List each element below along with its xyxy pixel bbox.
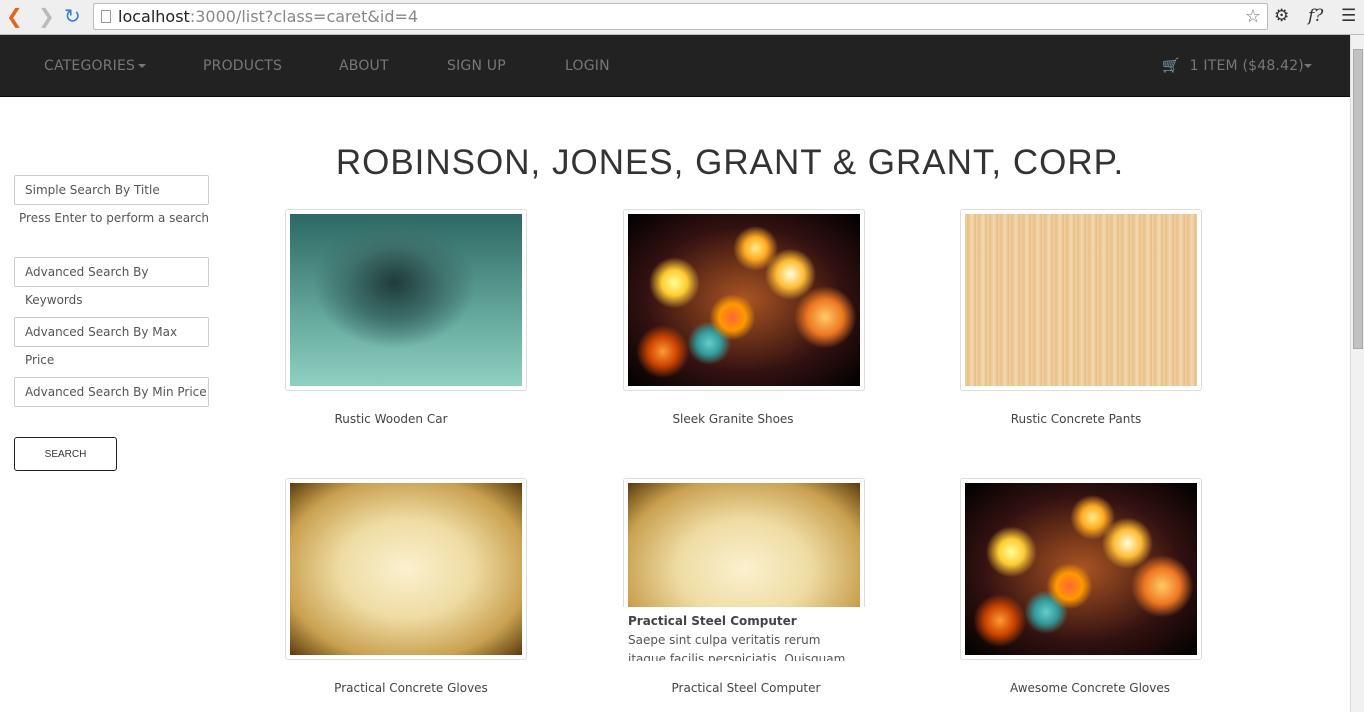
nav-label: CATEGORIES: [44, 58, 136, 74]
nav-sign-up[interactable]: SIGN UP: [447, 58, 506, 74]
reload-icon[interactable]: ↻: [64, 5, 81, 27]
caret-down-icon: [138, 64, 147, 68]
caret-down-icon: [1303, 64, 1312, 68]
product-card[interactable]: [285, 209, 527, 391]
address-bar[interactable]: localhost:3000/list?class=caret&id=4 ☆: [93, 3, 1268, 30]
product-image: [965, 483, 1197, 655]
film-reel-icon[interactable]: ⚙: [1274, 6, 1289, 26]
cart-icon: 🛒: [1162, 58, 1180, 74]
product-name[interactable]: Practical Concrete Gloves: [290, 681, 532, 695]
product-name[interactable]: Rustic Wooden Car: [270, 412, 512, 426]
product-card[interactable]: [623, 209, 865, 391]
back-icon[interactable]: ❮: [6, 5, 23, 27]
product-image: [965, 214, 1197, 386]
cart-dropdown[interactable]: 🛒 1 ITEM ($48.42): [1162, 58, 1312, 74]
url-host: localhost: [118, 7, 190, 26]
product-image: [290, 214, 522, 386]
star-icon[interactable]: ☆: [1245, 4, 1261, 29]
min-price-input[interactable]: Advanced Search By Min Price: [14, 377, 209, 407]
browser-toolbar: ❮ ❯ ↻ localhost:3000/list?class=caret&id…: [0, 0, 1364, 35]
product-card[interactable]: [960, 478, 1202, 660]
product-name[interactable]: Practical Steel Computer: [625, 681, 867, 695]
product-image: [628, 214, 860, 386]
simple-search-input[interactable]: Simple Search By Title: [14, 175, 209, 205]
url-path: :3000/list?class=caret&id=4: [189, 7, 419, 26]
scrollbar-thumb[interactable]: [1353, 49, 1363, 349]
cart-label: 1 ITEM ($48.42): [1189, 58, 1304, 74]
product-hover-caption[interactable]: Practical Steel Computer Saepe sint culpa…: [623, 607, 865, 661]
product-name[interactable]: Rustic Concrete Pants: [955, 412, 1197, 426]
max-price-input[interactable]: Advanced Search By Max Price: [14, 317, 209, 367]
search-hint: Press Enter to perform a search: [19, 211, 210, 225]
product-card[interactable]: [960, 209, 1202, 391]
nav-about[interactable]: ABOUT: [339, 58, 389, 74]
page-title: ROBINSON, JONES, GRANT & GRANT, CORP.: [335, 143, 1125, 182]
forward-icon[interactable]: ❯: [38, 5, 55, 27]
menu-icon[interactable]: ☰: [1341, 6, 1356, 26]
navbar: CATEGORIES PRODUCTS ABOUT SIGN UP LOGIN …: [0, 35, 1350, 97]
nav-categories[interactable]: CATEGORIES: [44, 58, 147, 74]
product-name[interactable]: Sleek Granite Shoes: [612, 412, 854, 426]
page-icon: [101, 10, 111, 23]
search-button[interactable]: SEARCH: [14, 437, 117, 471]
hover-title: Practical Steel Computer: [628, 614, 797, 628]
keywords-input[interactable]: Advanced Search By Keywords: [14, 257, 209, 307]
product-card[interactable]: [285, 478, 527, 660]
nav-products[interactable]: PRODUCTS: [203, 58, 282, 74]
product-name[interactable]: Awesome Concrete Gloves: [969, 681, 1211, 695]
nav-login[interactable]: LOGIN: [565, 58, 610, 74]
hover-description: Saepe sint culpa veritatis rerum itaque …: [628, 633, 846, 661]
product-image: [290, 483, 522, 655]
extension-f-icon[interactable]: f?: [1308, 6, 1323, 26]
scrollbar[interactable]: [1350, 35, 1364, 712]
